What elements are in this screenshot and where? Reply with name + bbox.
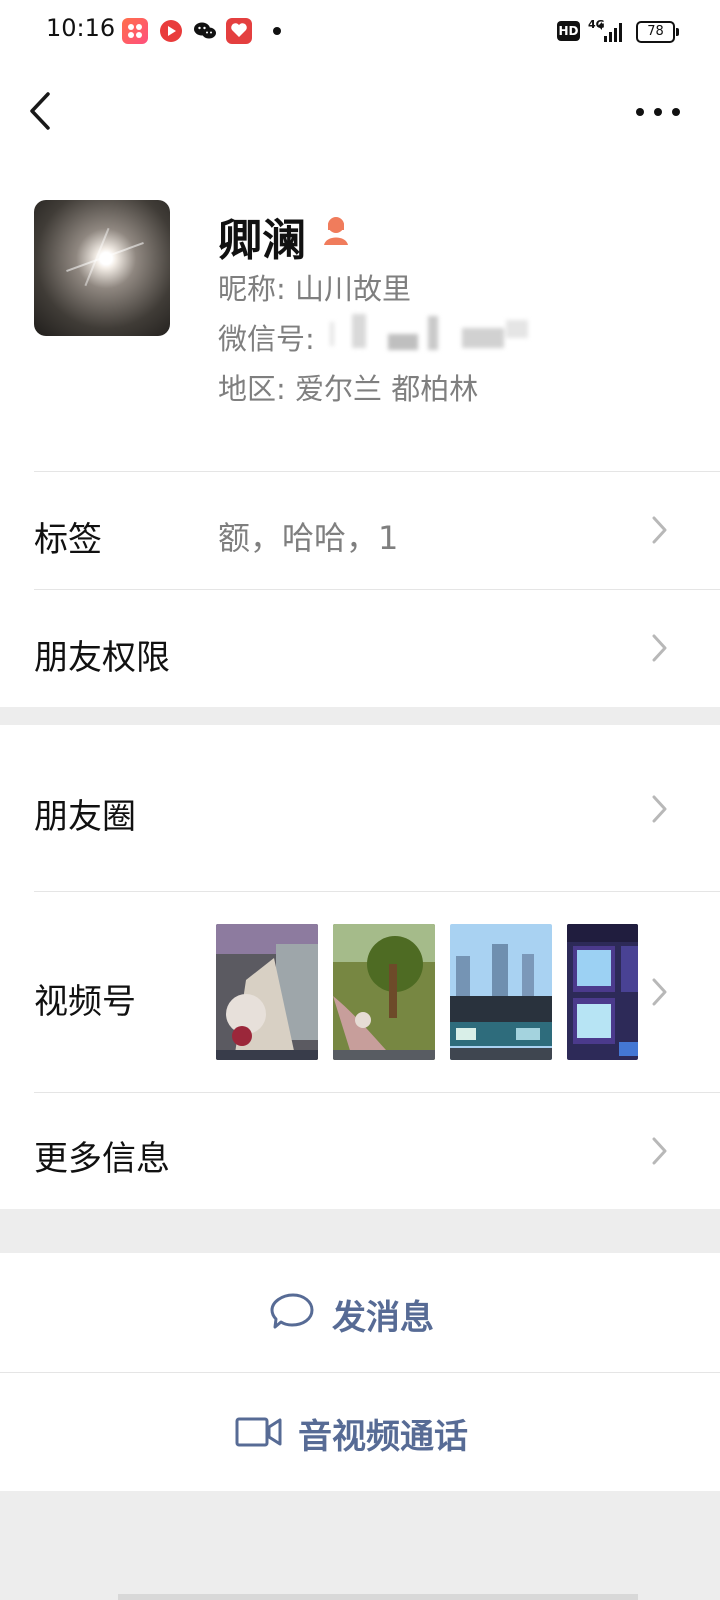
social-section: 朋友圈 视频号 更多信息 bbox=[0, 725, 720, 1209]
region-line: 地区: 爱尔兰 都柏林 bbox=[218, 366, 478, 408]
chat-bubble-icon bbox=[270, 1293, 314, 1329]
more-info-row[interactable]: 更多信息 bbox=[0, 1093, 720, 1209]
channel-thumbnail[interactable] bbox=[333, 924, 435, 1060]
battery-icon: 78 bbox=[636, 21, 679, 43]
tags-value: 额，哈哈，1 bbox=[218, 519, 399, 557]
avatar[interactable] bbox=[34, 200, 170, 336]
nickname-label: 昵称: bbox=[218, 272, 286, 306]
wechat-id-line: 微信号: bbox=[218, 316, 315, 358]
friend-permissions-label: 朋友权限 bbox=[34, 638, 170, 678]
top-navigation-bar bbox=[0, 64, 720, 164]
wechat-id-label: 微信号: bbox=[218, 322, 315, 356]
video-camera-icon bbox=[235, 1417, 282, 1447]
channels-label: 视频号 bbox=[34, 982, 136, 1022]
channels-row[interactable]: 视频号 bbox=[0, 892, 720, 1092]
friend-permissions-row[interactable]: 朋友权限 bbox=[0, 590, 720, 707]
chevron-right-icon bbox=[652, 1137, 667, 1165]
notification-dot-icon bbox=[273, 27, 281, 35]
gesture-bar[interactable] bbox=[118, 1594, 638, 1600]
more-info-label: 更多信息 bbox=[34, 1139, 170, 1179]
signal-icon bbox=[598, 22, 622, 42]
back-button[interactable] bbox=[24, 90, 64, 132]
audio-video-call-button[interactable]: 音视频通话 bbox=[0, 1373, 720, 1492]
shopping-app-icon bbox=[226, 18, 252, 44]
more-options-button[interactable] bbox=[636, 98, 684, 122]
details-section: 标签 额，哈哈，1 朋友权限 bbox=[0, 472, 720, 707]
nickname-value: 山川故里 bbox=[295, 272, 412, 306]
hd-badge: HD bbox=[557, 21, 580, 41]
chevron-right-icon bbox=[652, 516, 667, 544]
wechat-icon bbox=[192, 18, 218, 44]
more-dot-icon bbox=[636, 108, 644, 116]
region-label: 地区: bbox=[218, 372, 286, 406]
profile-card: 卿澜 昵称: 山川故里 微信号: 地区: 爱尔兰 都柏林 bbox=[0, 164, 720, 487]
more-dot-icon bbox=[654, 108, 662, 116]
display-name: 卿澜 bbox=[218, 215, 306, 266]
send-message-label: 发消息 bbox=[332, 1298, 434, 1338]
channel-thumbnail[interactable] bbox=[216, 924, 318, 1060]
send-message-button[interactable]: 发消息 bbox=[0, 1253, 720, 1372]
channels-thumbnails bbox=[216, 924, 646, 1060]
moments-row[interactable]: 朋友圈 bbox=[0, 725, 720, 891]
audio-video-call-label: 音视频通话 bbox=[298, 1417, 468, 1457]
video-app-icon bbox=[158, 18, 184, 44]
actions-section: 发消息 音视频通话 bbox=[0, 1253, 720, 1491]
wechat-id-redacted bbox=[330, 314, 528, 350]
tags-label: 标签 bbox=[34, 520, 102, 560]
chevron-right-icon bbox=[652, 795, 667, 823]
chevron-right-icon bbox=[652, 634, 667, 662]
tags-row[interactable]: 标签 额，哈哈，1 bbox=[0, 472, 720, 589]
more-dot-icon bbox=[672, 108, 680, 116]
region-value: 爱尔兰 都柏林 bbox=[295, 372, 479, 406]
status-bar: 10:16 HD 4G 78 bbox=[0, 0, 720, 64]
chevron-right-icon bbox=[652, 978, 667, 1006]
channel-thumbnail[interactable] bbox=[450, 924, 552, 1060]
female-user-icon bbox=[324, 217, 348, 245]
app-notification-icon bbox=[122, 18, 148, 44]
moments-label: 朋友圈 bbox=[34, 797, 136, 837]
status-time: 10:16 bbox=[46, 14, 116, 42]
channel-thumbnail[interactable] bbox=[567, 924, 638, 1060]
nickname-line: 昵称: 山川故里 bbox=[218, 266, 411, 308]
